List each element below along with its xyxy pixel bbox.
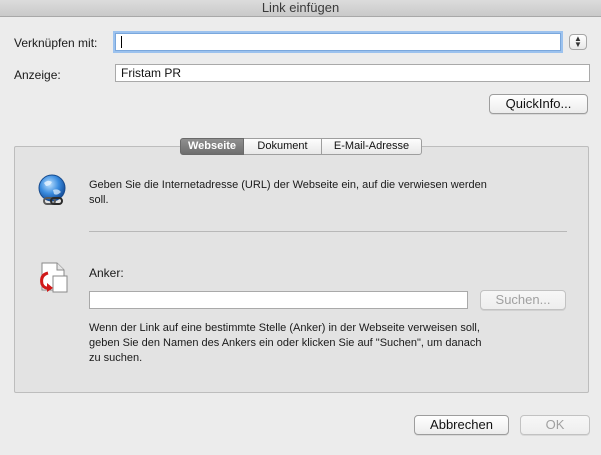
url-instruction: Geben Sie die Internetadresse (URL) der … [89, 179, 487, 206]
display-input[interactable]: Fristam PR [115, 64, 590, 82]
anchor-label: Anker: [89, 266, 124, 280]
search-button[interactable]: Suchen... [480, 290, 566, 310]
anchor-help-text: Wenn der Link auf eine bestimmte Stelle … [89, 322, 482, 364]
cancel-button[interactable]: Abbrechen [414, 415, 509, 435]
anchor-input[interactable] [89, 291, 468, 309]
globe-link-icon [38, 174, 66, 205]
ok-button[interactable]: OK [520, 415, 590, 435]
section-divider [89, 231, 567, 232]
tab-webseite[interactable]: Webseite [180, 138, 244, 155]
link-type-tabs: Webseite Dokument E-Mail-Adresse [180, 138, 422, 155]
link-label: Verknüpfen mit: [14, 36, 98, 50]
display-label: Anzeige: [14, 68, 61, 82]
tab-email-address[interactable]: E-Mail-Adresse [322, 138, 422, 155]
anchor-document-icon [40, 262, 68, 293]
tab-dokument[interactable]: Dokument [244, 138, 322, 155]
window-title: Link einfügen [0, 0, 601, 17]
stepper-icon[interactable]: ▲ ▼ [569, 34, 587, 50]
link-input[interactable] [115, 33, 561, 51]
text-caret [121, 35, 122, 48]
quickinfo-button[interactable]: QuickInfo... [489, 94, 588, 114]
